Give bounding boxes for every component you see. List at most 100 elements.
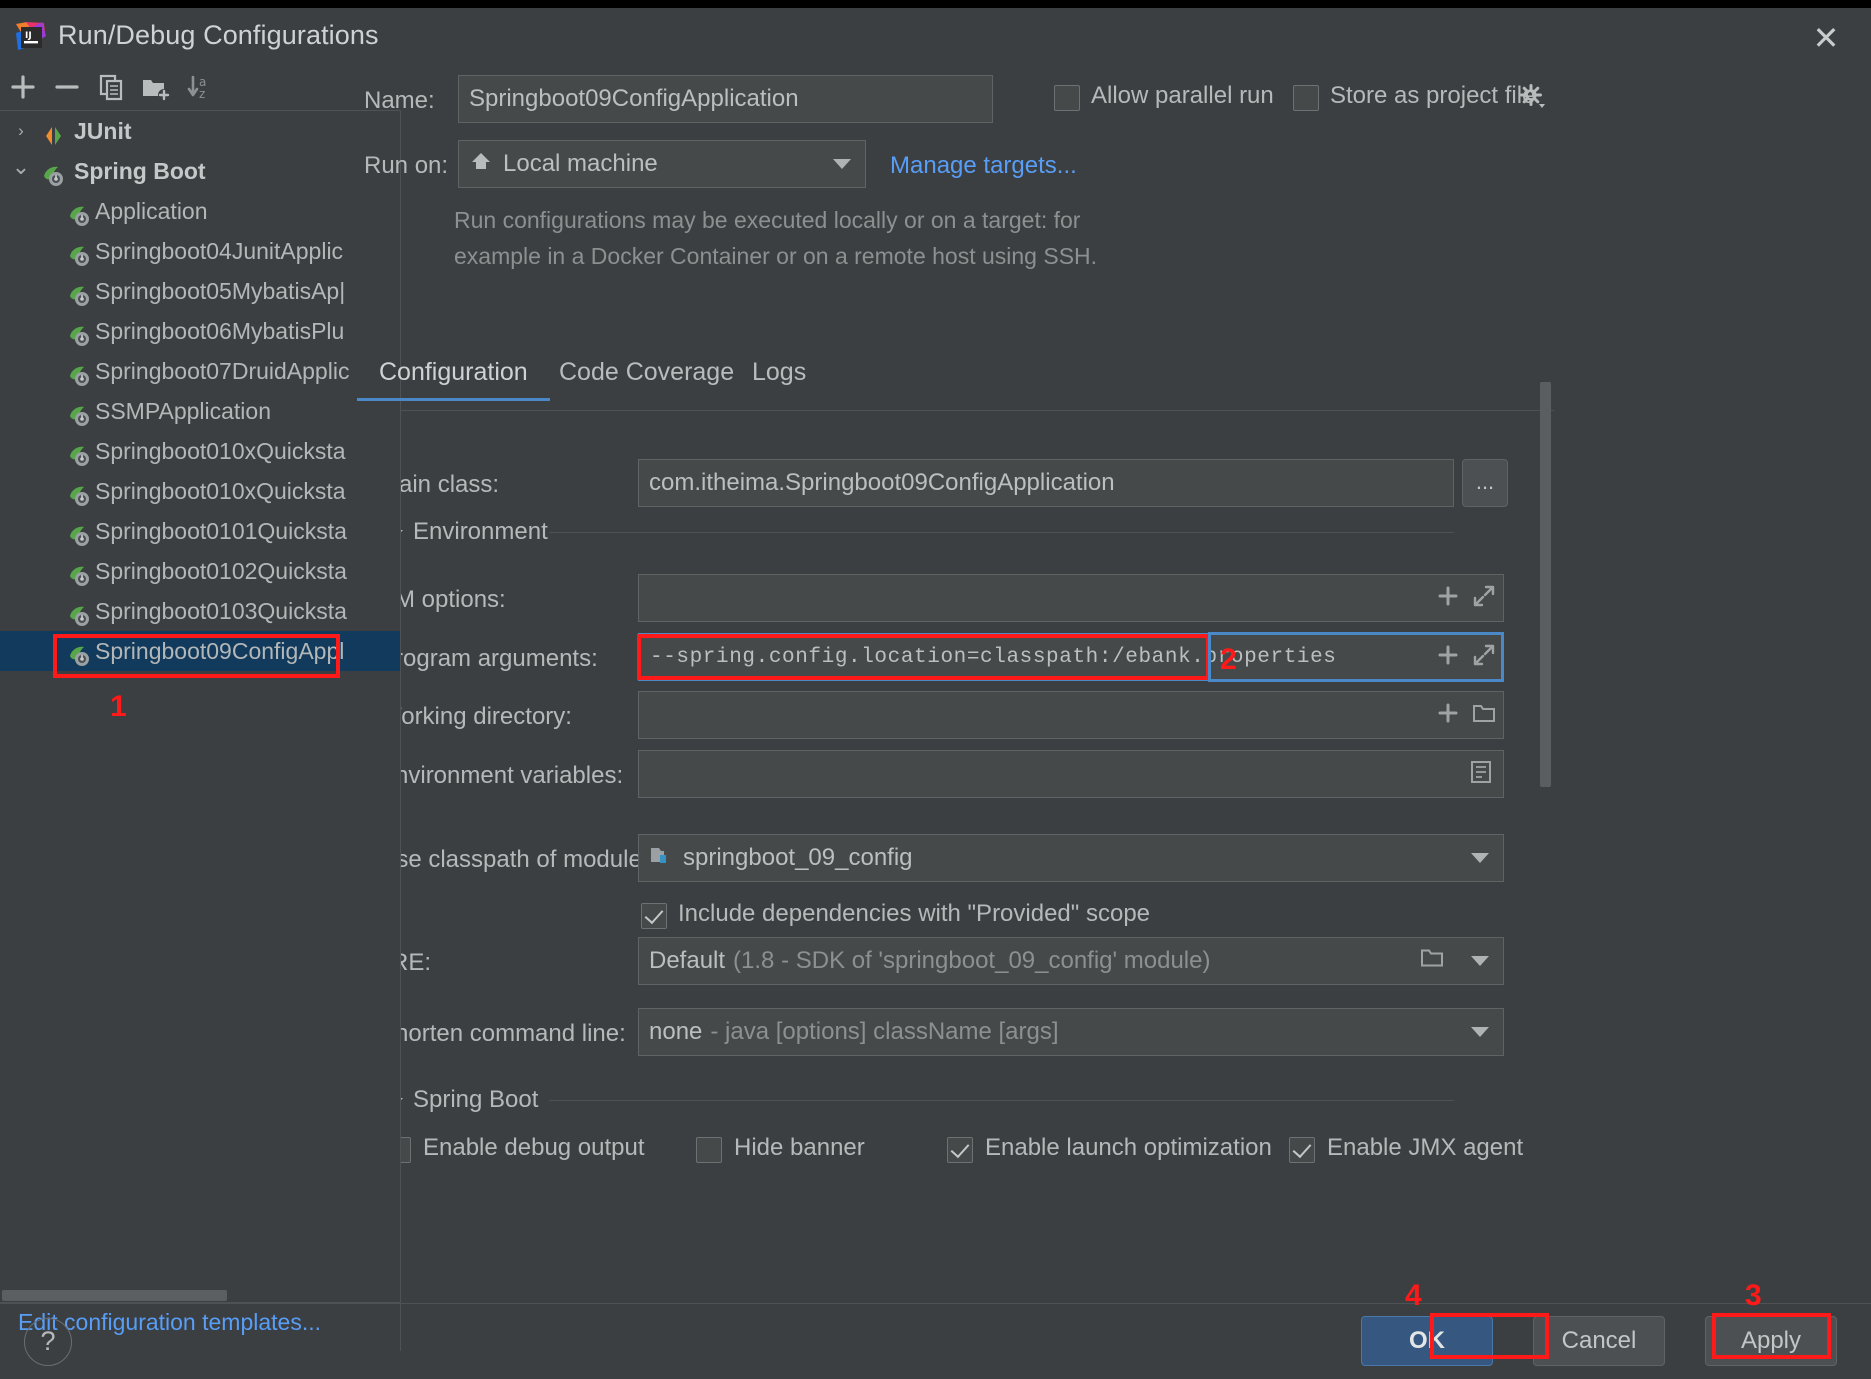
run-debug-configurations-dialog: IJ Run/Debug Configurations ✕ a z › JUni… (0, 0, 1871, 1379)
hide-banner-checkbox[interactable] (696, 1137, 722, 1163)
store-as-project-file-checkbox[interactable] (1293, 85, 1319, 111)
copy-configuration-button[interactable] (92, 68, 130, 106)
tree-item-label: Application (95, 198, 208, 224)
dialog-title: Run/Debug Configurations (58, 20, 379, 50)
run-on-select[interactable]: Local machine (458, 140, 866, 188)
vm-options-expand-icon[interactable] (1471, 583, 1497, 614)
vm-options-insert-macro-icon[interactable] (1435, 583, 1461, 614)
allow-parallel-run-checkbox[interactable] (1054, 85, 1080, 111)
chevron-right-icon[interactable]: › (10, 111, 32, 151)
hide-banner-label[interactable]: Hide banner (734, 1134, 865, 1162)
tree-item[interactable]: Springboot0103Quicksta (0, 591, 400, 631)
tree-scrollbar-thumb[interactable] (2, 1290, 227, 1301)
environment-section-toggle[interactable] (401, 530, 403, 540)
chevron-down-icon[interactable]: ⌄ (10, 151, 32, 191)
cancel-button[interactable]: Cancel (1533, 1316, 1665, 1366)
sort-alphabetical-icon[interactable]: a z (180, 68, 218, 106)
tree-item[interactable]: Springboot06MybatisPlu (0, 311, 400, 351)
allow-parallel-run-label[interactable]: Allow parallel run (1091, 82, 1274, 110)
main-class-browse-button[interactable]: ... (1462, 459, 1508, 507)
working-directory-insert-macro-icon[interactable] (1435, 700, 1461, 731)
tab-configuration[interactable]: Configuration (357, 358, 550, 401)
tree-item-label: JUnit (74, 118, 132, 144)
enable-launch-optimization-label[interactable]: Enable launch optimization (985, 1134, 1272, 1162)
tree-item[interactable]: Springboot04JunitApplic (0, 231, 400, 271)
main-class-input[interactable]: com.itheima.Springboot09ConfigApplicatio… (638, 459, 1454, 507)
tree-item-label: Springboot010xQuicksta (95, 478, 346, 504)
tree-item[interactable]: SSMPApplication (0, 391, 400, 431)
spring-boot-icon (68, 400, 92, 426)
spring-boot-icon (68, 240, 92, 266)
list-edit-icon[interactable] (1468, 759, 1494, 790)
add-configuration-button[interactable] (4, 68, 42, 106)
tree-item[interactable]: Springboot0101Quicksta (0, 511, 400, 551)
gear-icon[interactable] (1519, 83, 1547, 116)
tree-item[interactable]: › JUnit (0, 111, 400, 151)
spring-boot-icon (68, 360, 92, 386)
program-arguments-insert-macro-icon[interactable] (1435, 642, 1461, 673)
tree-item[interactable]: Springboot010xQuicksta (0, 431, 400, 471)
run-on-hint-line-2: example in a Docker Container or on a re… (454, 243, 1098, 269)
tree-item[interactable]: Application (0, 191, 400, 231)
configurations-toolbar: a z (0, 62, 400, 110)
configuration-vertical-scrollbar[interactable] (1540, 382, 1551, 787)
tab-code-coverage[interactable]: Code Coverage (559, 358, 734, 401)
program-arguments-label: Program arguments: (401, 645, 598, 672)
tree-item[interactable]: Springboot010xQuicksta (0, 471, 400, 511)
tree-item[interactable]: ⌄ Spring Boot (0, 151, 400, 191)
program-arguments-expand-icon[interactable] (1471, 642, 1497, 673)
include-provided-scope-label[interactable]: Include dependencies with "Provided" sco… (678, 900, 1150, 928)
tree-horizontal-scrollbar[interactable] (0, 1287, 399, 1303)
tree-item[interactable]: Springboot0102Quicksta (0, 551, 400, 591)
spring-boot-icon (68, 640, 92, 666)
tree-item-selected[interactable]: Springboot09ConfigAppl (0, 631, 400, 671)
tree-item-label: Spring Boot (74, 158, 206, 184)
tab-logs[interactable]: Logs (752, 358, 806, 401)
spring-boot-icon (68, 280, 92, 306)
tree-item[interactable]: Springboot07DruidApplic (0, 351, 400, 391)
new-folder-button[interactable] (136, 68, 174, 106)
apply-button[interactable]: Apply (1705, 1316, 1837, 1366)
jre-label: JRE: (401, 949, 432, 976)
use-classpath-select[interactable]: springboot_09_config (638, 834, 1504, 882)
configurations-tree[interactable]: › JUnit ⌄ Spring Boot Application Springboot0… (0, 111, 400, 671)
name-label: Name: (364, 87, 435, 114)
store-as-project-file-label[interactable]: Store as project file (1330, 82, 1535, 110)
enable-debug-output-checkbox[interactable] (401, 1137, 411, 1163)
enable-launch-optimization-checkbox[interactable] (947, 1137, 973, 1163)
include-provided-scope-checkbox[interactable] (641, 903, 667, 929)
remove-configuration-button[interactable] (48, 68, 86, 106)
enable-debug-output-label[interactable]: Enable debug output (423, 1134, 645, 1162)
module-icon (649, 843, 673, 874)
dialog-button-bar: ? OK Cancel Apply (0, 1303, 1871, 1379)
jre-value: Default (649, 947, 726, 974)
use-classpath-value: springboot_09_config (683, 844, 913, 871)
tree-item[interactable]: Springboot05MybatisAp| (0, 271, 400, 311)
folder-icon[interactable] (1471, 700, 1497, 731)
chevron-down-icon[interactable] (1471, 1027, 1489, 1037)
spring-boot-section-title: Spring Boot (413, 1086, 539, 1113)
run-on-value: Local machine (503, 150, 658, 177)
intellij-idea-icon: IJ (14, 20, 48, 54)
jre-browse-icon[interactable] (1419, 945, 1445, 978)
help-button[interactable]: ? (24, 1318, 72, 1366)
spring-boot-section-toggle[interactable] (401, 1098, 403, 1108)
close-icon[interactable]: ✕ (1803, 16, 1849, 60)
name-input[interactable]: Springboot09ConfigApplication (458, 75, 993, 123)
environment-variables-input[interactable] (638, 750, 1504, 798)
ok-button[interactable]: OK (1361, 1316, 1493, 1366)
chevron-down-icon[interactable] (1471, 956, 1489, 966)
program-arguments-input[interactable]: --spring.config.location=classpath:/eban… (638, 633, 1504, 681)
shorten-command-line-select[interactable]: none - java [options] className [args] (638, 1008, 1504, 1056)
working-directory-input[interactable] (638, 691, 1504, 739)
svg-text:IJ: IJ (25, 31, 32, 41)
manage-targets-link[interactable]: Manage targets... (890, 152, 1077, 180)
vm-options-input[interactable] (638, 574, 1504, 622)
jre-select[interactable]: Default (1.8 - SDK of 'springboot_09_con… (638, 937, 1504, 985)
enable-jmx-agent-label[interactable]: Enable JMX agent (1327, 1134, 1523, 1162)
home-icon (469, 149, 493, 180)
tree-item-label: Springboot0103Quicksta (95, 598, 347, 624)
chevron-down-icon[interactable] (833, 159, 851, 169)
enable-jmx-agent-checkbox[interactable] (1289, 1137, 1315, 1163)
chevron-down-icon[interactable] (1471, 853, 1489, 863)
